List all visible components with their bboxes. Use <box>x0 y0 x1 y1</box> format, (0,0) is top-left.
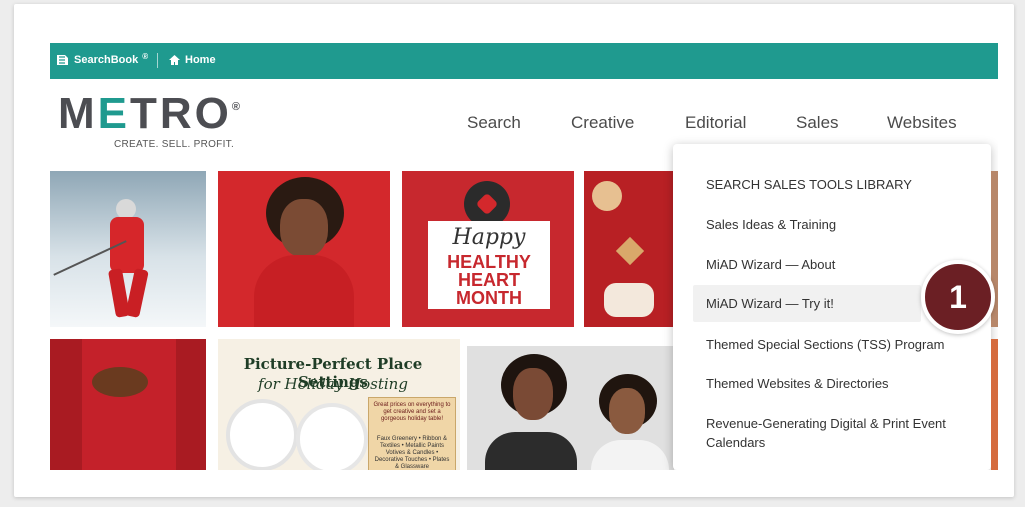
woman-body <box>254 255 354 327</box>
locker-left <box>50 339 82 470</box>
tile-locker[interactable] <box>50 339 206 470</box>
food-dumplings <box>604 283 654 317</box>
dropdown-item-event-calendars[interactable]: Revenue-Generating Digital & Print Event… <box>706 414 986 452</box>
woman-right-body <box>591 440 669 470</box>
logo-reg: ® <box>231 101 244 113</box>
tile-two-women[interactable] <box>467 346 674 470</box>
topbar-separator <box>157 53 158 68</box>
browser-frame: SearchBook ® Home METRO® CREATE. SELL. PR… <box>50 43 998 470</box>
tile-heart-month[interactable]: Happy HEALTHY HEART MONTH <box>402 171 574 327</box>
dropdown-item-sales-ideas[interactable]: Sales Ideas & Training <box>706 215 986 234</box>
woman-right-face <box>609 388 645 434</box>
woman-left-body <box>485 432 577 470</box>
holiday-promo-box: Great prices on everything to get creati… <box>368 397 456 470</box>
home-label: Home <box>185 54 216 66</box>
skier-figure <box>102 199 149 319</box>
holiday-title-line-2: for Holiday Hosting <box>258 375 408 393</box>
home-icon <box>169 55 180 65</box>
food-star <box>615 236 645 266</box>
logo-letter-m: M <box>58 89 98 138</box>
heart-line-1: Happy <box>452 225 526 250</box>
top-bar: SearchBook ® Home <box>50 43 998 79</box>
tile-skier[interactable] <box>50 171 206 327</box>
heart-line-4: MONTH <box>456 288 522 308</box>
searchbook-label: SearchBook <box>74 54 139 66</box>
dropdown-item-tss-program[interactable]: Themed Special Sections (TSS) Program <box>706 335 986 354</box>
logo-letter-e: E <box>97 89 131 138</box>
heart-text-card: Happy HEALTHY HEART MONTH <box>428 221 550 309</box>
home-link[interactable]: Home <box>168 54 216 66</box>
tile-right-edge-2 <box>991 339 998 470</box>
nav-creative[interactable]: Creative <box>571 113 634 133</box>
holiday-box-text: Great prices on everything to get creati… <box>373 402 451 422</box>
food-bowl <box>592 181 622 211</box>
plate-left <box>226 399 298 470</box>
tile-food-partial[interactable] <box>584 171 674 327</box>
nav-search[interactable]: Search <box>467 113 521 133</box>
dropdown-item-themed-websites[interactable]: Themed Websites & Directories <box>706 374 986 393</box>
step-number-badge: 1 <box>921 260 995 334</box>
metro-logo[interactable]: METRO® <box>58 89 243 139</box>
locker-right <box>176 339 206 470</box>
tagline: CREATE. SELL. PROFIT. <box>114 139 235 150</box>
plate-right <box>296 403 368 470</box>
searchbook-reg: ® <box>142 51 149 61</box>
tile-woman-pointing[interactable] <box>218 171 390 327</box>
football-icon <box>92 367 148 397</box>
searchbook-link[interactable]: SearchBook ® <box>56 51 149 66</box>
book-icon <box>57 55 68 65</box>
woman-face <box>280 199 328 257</box>
nav-websites[interactable]: Websites <box>887 113 957 133</box>
logo-letters-tro: TRO <box>130 89 232 138</box>
dropdown-item-search-sales-tools[interactable]: SEARCH SALES TOOLS LIBRARY <box>706 175 986 194</box>
tile-holiday-settings[interactable]: Picture-Perfect Place Settings for Holid… <box>218 339 460 470</box>
nav-editorial[interactable]: Editorial <box>685 113 746 133</box>
woman-left-face <box>513 368 553 420</box>
holiday-list-text: Faux Greenery • Ribbon & Textiles • Meta… <box>374 436 450 470</box>
nav-sales[interactable]: Sales <box>796 113 839 133</box>
